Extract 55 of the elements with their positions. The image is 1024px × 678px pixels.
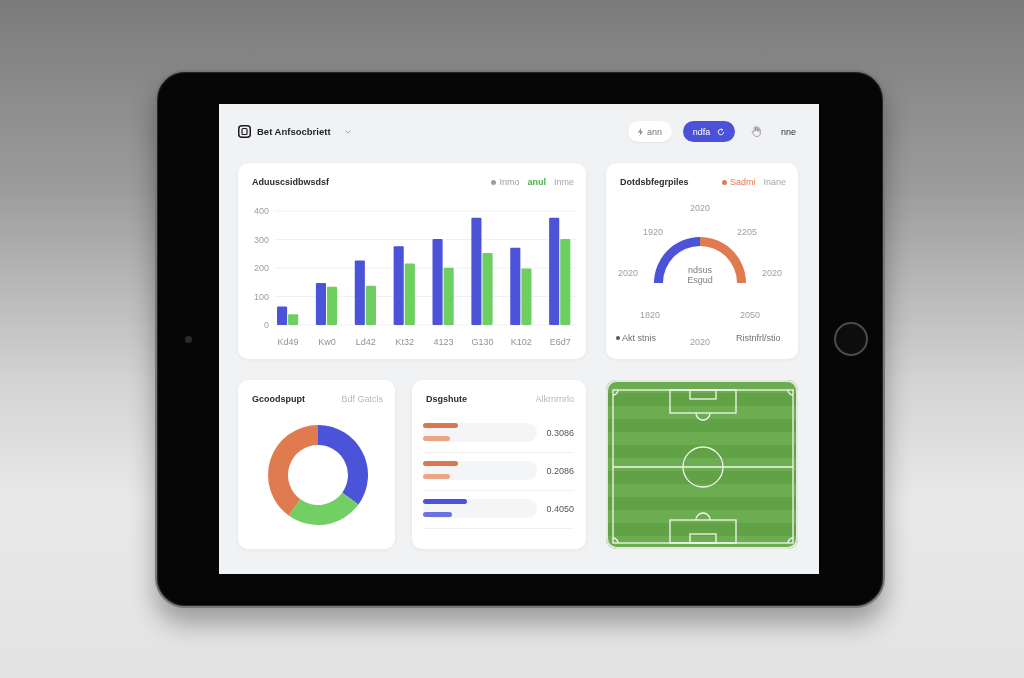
legend-dot-icon: [616, 336, 620, 340]
legend-label: Akt stnis: [622, 333, 656, 343]
gauge-center-label: ndsus: [688, 265, 712, 275]
legend-label: Ristnfrl/stio: [736, 333, 781, 343]
card-title: Dsgshute: [426, 394, 467, 404]
axis-label: 4123: [433, 337, 454, 347]
axis-label: Kw0: [318, 337, 336, 347]
axis-label: Ld42: [355, 337, 376, 347]
card-subtitle: Alkrnrnrlo: [535, 394, 574, 404]
card-title: Aduuscsidbwsdsf: [252, 177, 329, 187]
axis-label: 2020: [618, 268, 638, 278]
gauge-center-label: Esgud: [687, 275, 713, 285]
axis-label: 1820: [640, 310, 660, 320]
axis-label: 200: [253, 263, 269, 273]
caret-icon[interactable]: [344, 129, 351, 134]
bar: [315, 283, 326, 325]
logo-icon: [238, 125, 251, 138]
percentage-value: 0.3086: [546, 427, 574, 438]
axis-label: 100: [253, 291, 269, 302]
legend-label[interactable]: anul: [527, 177, 546, 187]
axis-label: E6d7: [549, 337, 571, 347]
legend-label[interactable]: Sadmi: [729, 177, 756, 187]
home-button[interactable]: [834, 322, 868, 356]
filter-button[interactable]: ann: [627, 121, 672, 142]
axis-label: 2205: [737, 227, 757, 237]
card-subtitle: Bdf Gatcls: [341, 394, 383, 404]
refresh-icon: [717, 127, 726, 136]
axis-label: 2020: [690, 337, 710, 347]
axis-label: 1920: [643, 227, 663, 237]
legend-label[interactable]: Inane: [763, 177, 786, 187]
axis-label: 2050: [740, 310, 760, 320]
bar: [521, 268, 532, 325]
axis-label: Kd49: [277, 337, 299, 347]
axis-label: K102: [510, 337, 532, 347]
axis-label: 0: [264, 320, 269, 330]
axis-label: Kt32: [395, 337, 414, 347]
bar: [327, 286, 338, 325]
axis-label: 300: [253, 234, 269, 245]
axis-label: 2020: [762, 268, 782, 278]
percentage-value: 0.4050: [546, 503, 574, 514]
app-title: Bet Anfsocbriett: [257, 126, 331, 137]
axis-label: G130: [471, 337, 494, 347]
legend-label[interactable]: Inme: [554, 177, 574, 187]
card-title: Dotdsbfegrpiles: [620, 177, 689, 187]
primary-button[interactable]: ndfa: [682, 121, 735, 142]
axis-label: 2020: [690, 203, 710, 213]
menu-link[interactable]: nne: [780, 126, 796, 137]
percentage-value: 0.2086: [546, 465, 574, 476]
bar: [404, 263, 415, 325]
bolt-icon: [637, 127, 643, 136]
hand-icon[interactable]: [750, 126, 761, 137]
camera-dot-icon: [184, 335, 192, 343]
card-title: Gcoodspupt: [252, 394, 305, 404]
axis-label: 400: [253, 206, 269, 216]
legend-label[interactable]: Inmo: [499, 177, 520, 187]
